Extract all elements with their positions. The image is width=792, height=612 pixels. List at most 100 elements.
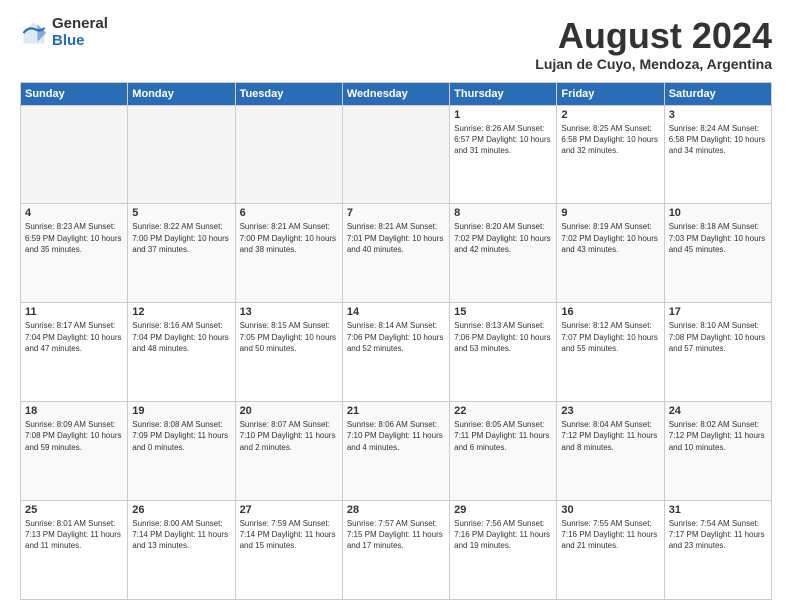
- day-info: Sunrise: 7:54 AM Sunset: 7:17 PM Dayligh…: [669, 518, 767, 552]
- col-friday: Friday: [557, 82, 664, 105]
- day-number: 6: [240, 207, 338, 219]
- week-row-3: 11Sunrise: 8:17 AM Sunset: 7:04 PM Dayli…: [21, 303, 772, 402]
- day-number: 10: [669, 207, 767, 219]
- day-info: Sunrise: 7:57 AM Sunset: 7:15 PM Dayligh…: [347, 518, 445, 552]
- logo-text: General Blue: [52, 16, 108, 49]
- day-info: Sunrise: 8:15 AM Sunset: 7:05 PM Dayligh…: [240, 320, 338, 354]
- col-monday: Monday: [128, 82, 235, 105]
- calendar-cell-4-6: 31Sunrise: 7:54 AM Sunset: 7:17 PM Dayli…: [664, 501, 771, 600]
- calendar-subtitle: Lujan de Cuyo, Mendoza, Argentina: [535, 56, 772, 72]
- calendar-cell-4-1: 26 Sunrise: 8:00 AM Sunset: 7:14 PM Dayli…: [128, 501, 235, 600]
- calendar-cell-3-6: 24Sunrise: 8:02 AM Sunset: 7:12 PM Dayli…: [664, 402, 771, 501]
- week-row-5: 25Sunrise: 8:01 AM Sunset: 7:13 PM Dayli…: [21, 501, 772, 600]
- day-info: Sunrise: 8:13 AM Sunset: 7:06 PM Dayligh…: [454, 320, 552, 354]
- calendar-cell-2-2: 13 Sunrise: 8:15 AM Sunset: 7:05 PM Dayli…: [235, 303, 342, 402]
- calendar-cell-3-5: 23 Sunrise: 8:04 AM Sunset: 7:12 PM Dayli…: [557, 402, 664, 501]
- day-info: Sunrise: 8:17 AM Sunset: 7:04 PM Dayligh…: [25, 320, 123, 354]
- calendar-cell-4-3: 28 Sunrise: 7:57 AM Sunset: 7:15 PM Dayli…: [342, 501, 449, 600]
- day-info: Sunrise: 7:56 AM Sunset: 7:16 PM Dayligh…: [454, 518, 552, 552]
- day-number: 16: [561, 306, 659, 318]
- day-number: 26: [132, 504, 230, 516]
- day-info: Sunrise: 8:14 AM Sunset: 7:06 PM Dayligh…: [347, 320, 445, 354]
- day-info: Sunrise: 8:12 AM Sunset: 7:07 PM Dayligh…: [561, 320, 659, 354]
- day-number: 12: [132, 306, 230, 318]
- calendar-title: August 2024: [535, 16, 772, 56]
- calendar-cell-3-1: 19Sunrise: 8:08 AM Sunset: 7:09 PM Dayli…: [128, 402, 235, 501]
- day-number: 8: [454, 207, 552, 219]
- day-info: Sunrise: 8:00 AM Sunset: 7:14 PM Dayligh…: [132, 518, 230, 552]
- day-info: Sunrise: 8:26 AM Sunset: 6:57 PM Dayligh…: [454, 123, 552, 157]
- calendar-body: 1 Sunrise: 8:26 AM Sunset: 6:57 PM Daylig…: [21, 105, 772, 599]
- calendar-cell-0-4: 1 Sunrise: 8:26 AM Sunset: 6:57 PM Daylig…: [450, 105, 557, 204]
- calendar-cell-2-3: 14 Sunrise: 8:14 AM Sunset: 7:06 PM Dayli…: [342, 303, 449, 402]
- day-number: 13: [240, 306, 338, 318]
- day-number: 1: [454, 109, 552, 121]
- calendar-cell-1-3: 7 Sunrise: 8:21 AM Sunset: 7:01 PM Daylig…: [342, 204, 449, 303]
- day-info: Sunrise: 8:09 AM Sunset: 7:08 PM Dayligh…: [25, 419, 123, 453]
- day-info: Sunrise: 8:07 AM Sunset: 7:10 PM Dayligh…: [240, 419, 338, 453]
- day-number: 23: [561, 405, 659, 417]
- calendar-cell-0-1: [128, 105, 235, 204]
- logo-blue-text: Blue: [52, 33, 108, 50]
- calendar-cell-2-0: 11Sunrise: 8:17 AM Sunset: 7:04 PM Dayli…: [21, 303, 128, 402]
- calendar-cell-2-1: 12 Sunrise: 8:16 AM Sunset: 7:04 PM Dayli…: [128, 303, 235, 402]
- day-info: Sunrise: 8:20 AM Sunset: 7:02 PM Dayligh…: [454, 221, 552, 255]
- calendar-cell-2-5: 16 Sunrise: 8:12 AM Sunset: 7:07 PM Dayli…: [557, 303, 664, 402]
- day-info: Sunrise: 8:01 AM Sunset: 7:13 PM Dayligh…: [25, 518, 123, 552]
- day-number: 17: [669, 306, 767, 318]
- header-row: Sunday Monday Tuesday Wednesday Thursday…: [21, 82, 772, 105]
- calendar-cell-3-3: 21Sunrise: 8:06 AM Sunset: 7:10 PM Dayli…: [342, 402, 449, 501]
- day-info: Sunrise: 8:22 AM Sunset: 7:00 PM Dayligh…: [132, 221, 230, 255]
- calendar-cell-4-2: 27Sunrise: 7:59 AM Sunset: 7:14 PM Dayli…: [235, 501, 342, 600]
- day-info: Sunrise: 7:55 AM Sunset: 7:16 PM Dayligh…: [561, 518, 659, 552]
- week-row-4: 18 Sunrise: 8:09 AM Sunset: 7:08 PM Dayli…: [21, 402, 772, 501]
- day-number: 3: [669, 109, 767, 121]
- calendar-cell-3-4: 22 Sunrise: 8:05 AM Sunset: 7:11 PM Dayli…: [450, 402, 557, 501]
- day-number: 15: [454, 306, 552, 318]
- calendar-cell-0-6: 3Sunrise: 8:24 AM Sunset: 6:58 PM Daylig…: [664, 105, 771, 204]
- day-number: 24: [669, 405, 767, 417]
- day-number: 22: [454, 405, 552, 417]
- day-info: Sunrise: 8:21 AM Sunset: 7:01 PM Dayligh…: [347, 221, 445, 255]
- day-number: 9: [561, 207, 659, 219]
- col-thursday: Thursday: [450, 82, 557, 105]
- calendar-cell-3-0: 18 Sunrise: 8:09 AM Sunset: 7:08 PM Dayli…: [21, 402, 128, 501]
- page: General Blue August 2024 Lujan de Cuyo, …: [0, 0, 792, 612]
- day-info: Sunrise: 8:10 AM Sunset: 7:08 PM Dayligh…: [669, 320, 767, 354]
- day-number: 28: [347, 504, 445, 516]
- day-info: Sunrise: 8:21 AM Sunset: 7:00 PM Dayligh…: [240, 221, 338, 255]
- day-info: Sunrise: 8:04 AM Sunset: 7:12 PM Dayligh…: [561, 419, 659, 453]
- day-number: 19: [132, 405, 230, 417]
- calendar-cell-3-2: 20 Sunrise: 8:07 AM Sunset: 7:10 PM Dayli…: [235, 402, 342, 501]
- logo: General Blue: [20, 16, 108, 49]
- week-row-2: 4Sunrise: 8:23 AM Sunset: 6:59 PM Daylig…: [21, 204, 772, 303]
- day-info: Sunrise: 8:18 AM Sunset: 7:03 PM Dayligh…: [669, 221, 767, 255]
- day-number: 14: [347, 306, 445, 318]
- title-block: August 2024 Lujan de Cuyo, Mendoza, Arge…: [535, 16, 772, 72]
- day-number: 18: [25, 405, 123, 417]
- day-info: Sunrise: 8:25 AM Sunset: 6:58 PM Dayligh…: [561, 123, 659, 157]
- calendar-cell-2-6: 17 Sunrise: 8:10 AM Sunset: 7:08 PM Dayli…: [664, 303, 771, 402]
- calendar-cell-1-4: 8 Sunrise: 8:20 AM Sunset: 7:02 PM Daylig…: [450, 204, 557, 303]
- day-info: Sunrise: 8:05 AM Sunset: 7:11 PM Dayligh…: [454, 419, 552, 453]
- day-info: Sunrise: 8:16 AM Sunset: 7:04 PM Dayligh…: [132, 320, 230, 354]
- day-number: 30: [561, 504, 659, 516]
- week-row-1: 1 Sunrise: 8:26 AM Sunset: 6:57 PM Daylig…: [21, 105, 772, 204]
- logo-general-text: General: [52, 16, 108, 33]
- day-number: 2: [561, 109, 659, 121]
- calendar-cell-1-0: 4Sunrise: 8:23 AM Sunset: 6:59 PM Daylig…: [21, 204, 128, 303]
- day-info: Sunrise: 8:06 AM Sunset: 7:10 PM Dayligh…: [347, 419, 445, 453]
- calendar-cell-1-1: 5Sunrise: 8:22 AM Sunset: 7:00 PM Daylig…: [128, 204, 235, 303]
- day-number: 20: [240, 405, 338, 417]
- calendar-cell-0-5: 2 Sunrise: 8:25 AM Sunset: 6:58 PM Daylig…: [557, 105, 664, 204]
- day-number: 4: [25, 207, 123, 219]
- calendar-cell-0-2: [235, 105, 342, 204]
- day-number: 7: [347, 207, 445, 219]
- col-sunday: Sunday: [21, 82, 128, 105]
- day-number: 29: [454, 504, 552, 516]
- calendar-cell-4-5: 30 Sunrise: 7:55 AM Sunset: 7:16 PM Dayli…: [557, 501, 664, 600]
- col-saturday: Saturday: [664, 82, 771, 105]
- calendar-cell-2-4: 15 Sunrise: 8:13 AM Sunset: 7:06 PM Dayli…: [450, 303, 557, 402]
- header: General Blue August 2024 Lujan de Cuyo, …: [20, 16, 772, 72]
- calendar-table: Sunday Monday Tuesday Wednesday Thursday…: [20, 82, 772, 600]
